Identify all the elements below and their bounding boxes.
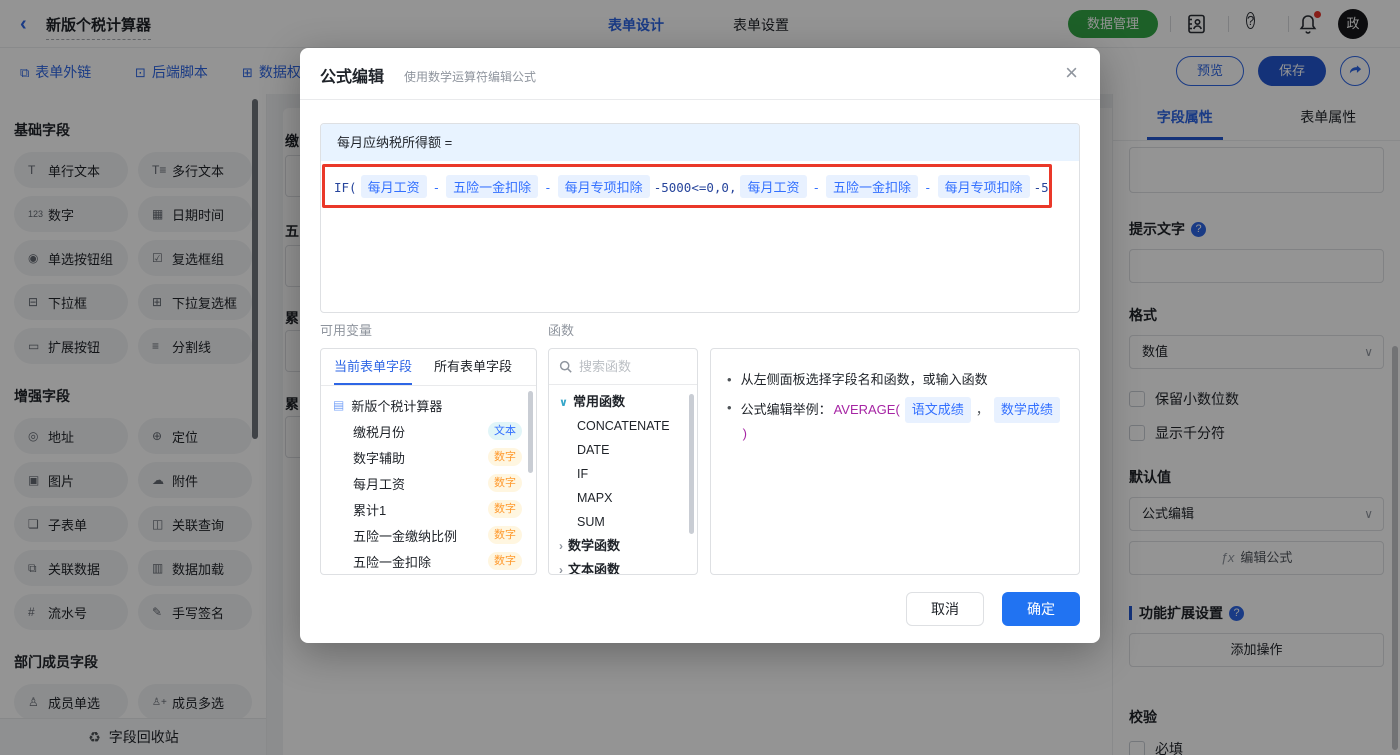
modal-subtitle: 使用数学运算符编辑公式 xyxy=(404,70,537,84)
chevron-right-icon: › xyxy=(559,563,563,575)
formula-edit-modal: 公式编辑 使用数学运算符编辑公式 × 每月应纳税所得额 = IF(每月工资 - 五险… xyxy=(300,48,1100,643)
variable-row-partial[interactable] xyxy=(321,574,536,575)
variable-row[interactable]: 五险一金缴纳比例 数字 xyxy=(321,522,536,548)
modal-title: 公式编辑 xyxy=(320,69,385,86)
formula-editor[interactable]: 每月应纳税所得额 = IF(每月工资 - 五险一金扣除 - 每月专项扣除 -5000<=0… xyxy=(320,123,1080,313)
function-search[interactable] xyxy=(549,349,697,385)
hint-line-1: 从左侧面板选择字段名和函数，或输入函数 xyxy=(740,372,988,387)
variable-row[interactable]: 缴税月份 文本 xyxy=(321,418,536,444)
variables-panel: 当前表单字段 所有表单字段 ▤ 新版个税计算器 缴税月份 文本 数字辅助 数字 每月工… xyxy=(320,348,537,575)
close-icon[interactable]: × xyxy=(1065,60,1078,86)
confirm-button[interactable]: 确定 xyxy=(1002,592,1080,626)
function-group-math[interactable]: › 数学函数 xyxy=(549,534,697,558)
variable-row[interactable]: 五险一金扣除 数字 xyxy=(321,548,536,574)
search-icon xyxy=(559,360,572,373)
type-badge: 文本 xyxy=(488,422,522,440)
variable-row[interactable]: 每月工资 数字 xyxy=(321,470,536,496)
type-badge: 数字 xyxy=(488,474,522,492)
function-item[interactable]: SUM xyxy=(549,510,697,534)
functions-label: 函数 xyxy=(548,323,575,338)
function-search-input[interactable] xyxy=(579,359,679,374)
function-item[interactable]: DATE xyxy=(549,438,697,462)
formula-expression[interactable]: IF(每月工资 - 五险一金扣除 - 每月专项扣除 -5000<=0,0, 每月工资 - 五险一… xyxy=(333,174,1049,198)
variable-row[interactable]: 数字辅助 数字 xyxy=(321,444,536,470)
document-icon: ▤ xyxy=(333,398,345,412)
function-item[interactable]: CONCATENATE xyxy=(549,414,697,438)
function-group-text[interactable]: › 文本函数 xyxy=(549,558,697,575)
modal-header: 公式编辑 使用数学运算符编辑公式 × xyxy=(300,48,1100,100)
tab-current-form-fields[interactable]: 当前表单字段 xyxy=(334,349,413,385)
hints-panel: • 从左侧面板选择字段名和函数，或输入函数 • 公式编辑举例： AVERAGE(语文成… xyxy=(710,348,1080,575)
type-badge: 数字 xyxy=(488,552,522,570)
cancel-button[interactable]: 取消 xyxy=(906,592,984,626)
type-badge: 数字 xyxy=(488,448,522,466)
app-root: ‹ 新版个税计算器 表单设计 表单设置 数据管理 ? 政 ⧉ 表单外链 ⊡ 后端… xyxy=(0,0,1400,755)
functions-panel: ∨常用函数 CONCATENATE DATE IF MAPX SUM ›数学函数… xyxy=(548,348,698,575)
variables-tree-root[interactable]: ▤ 新版个税计算器 xyxy=(321,392,536,418)
type-badge: 数字 xyxy=(488,500,522,518)
variables-scrollbar[interactable] xyxy=(528,391,533,473)
available-variables-label: 可用变量 xyxy=(320,323,373,338)
type-badge: 数字 xyxy=(488,526,522,544)
chevron-right-icon: › xyxy=(559,539,563,553)
formula-target-label: 每月应纳税所得额 = xyxy=(321,124,1079,161)
bullet-icon: • xyxy=(727,400,732,415)
tab-all-form-fields[interactable]: 所有表单字段 xyxy=(434,349,512,385)
bullet-icon: • xyxy=(727,372,732,387)
function-item[interactable]: IF xyxy=(549,462,697,486)
functions-scrollbar[interactable] xyxy=(689,394,694,534)
function-item[interactable]: MAPX xyxy=(549,486,697,510)
chevron-down-icon: ∨ xyxy=(559,397,568,409)
hint-line-2: 公式编辑举例： AVERAGE(语文成绩，数学成绩) xyxy=(741,397,1063,445)
formula-annotation-box: IF(每月工资 - 五险一金扣除 - 每月专项扣除 -5000<=0,0, 每月工资 - 五险一… xyxy=(322,164,1052,208)
variable-row[interactable]: 累计1 数字 xyxy=(321,496,536,522)
function-group-common[interactable]: ∨ 常用函数 xyxy=(549,390,697,414)
